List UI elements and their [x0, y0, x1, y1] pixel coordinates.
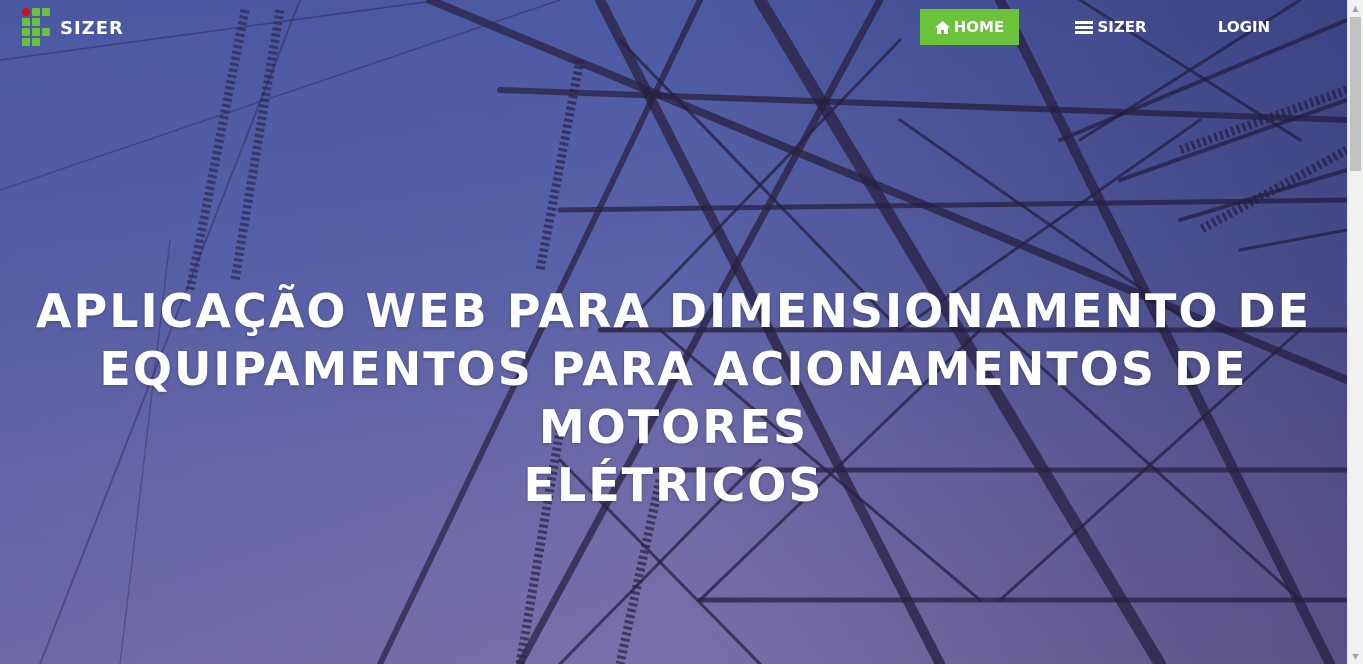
- scroll-up-arrow-icon[interactable]: ▲: [1348, 0, 1363, 16]
- nav-login-label: LOGIN: [1217, 18, 1271, 36]
- brand[interactable]: SIZER: [22, 8, 124, 48]
- nav-sizer-label: SIZER: [1097, 18, 1147, 36]
- home-icon: [934, 20, 950, 34]
- hero-headline-line-2: EQUIPAMENTOS PARA ACIONAMENTOS DE MOTORE…: [99, 342, 1248, 454]
- nav-login-button[interactable]: LOGIN: [1216, 9, 1272, 45]
- list-icon: [1075, 20, 1094, 34]
- scroll-thumb[interactable]: [1350, 17, 1361, 171]
- nav-home-label: HOME: [953, 18, 1005, 36]
- hero-section: SIZER HOME SIZER LOGIN APLICAÇÃO WEB PAR…: [0, 0, 1347, 664]
- hero-headline: APLICAÇÃO WEB PARA DIMENSIONAMENTO DE EQ…: [0, 282, 1347, 514]
- brand-name: SIZER: [60, 17, 124, 39]
- scroll-down-arrow-icon[interactable]: ▼: [1348, 648, 1363, 664]
- logo-icon: [22, 8, 52, 48]
- hero-headline-line-1: APLICAÇÃO WEB PARA DIMENSIONAMENTO DE: [35, 284, 1312, 338]
- nav-home-button[interactable]: HOME: [920, 9, 1019, 45]
- vertical-scrollbar[interactable]: ▲ ▼: [1347, 0, 1363, 664]
- nav-sizer-button[interactable]: SIZER: [1075, 9, 1147, 45]
- hero-headline-line-3: ELÉTRICOS: [523, 458, 824, 512]
- navbar: SIZER HOME SIZER LOGIN: [0, 0, 1347, 56]
- page: SIZER HOME SIZER LOGIN APLICAÇÃO WEB PAR…: [0, 0, 1363, 664]
